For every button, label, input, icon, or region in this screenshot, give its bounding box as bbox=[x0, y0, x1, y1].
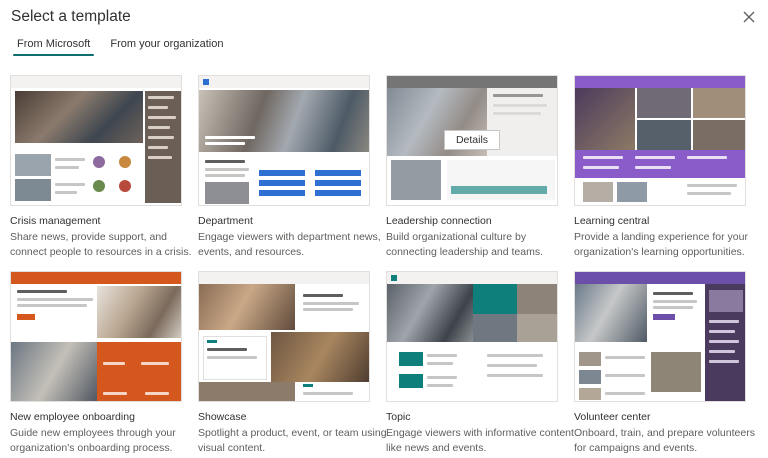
template-thumbnail bbox=[10, 271, 182, 402]
template-title: Topic bbox=[386, 411, 411, 423]
template-card-showcase[interactable]: Showcase Spotlight a product, event, or … bbox=[198, 271, 387, 456]
template-title: New employee onboarding bbox=[10, 411, 135, 423]
template-source-tabs: From Microsoft From your organization bbox=[11, 36, 229, 56]
tab-from-microsoft[interactable]: From Microsoft bbox=[11, 36, 96, 56]
template-title: Volunteer center bbox=[574, 411, 651, 423]
close-button[interactable] bbox=[742, 10, 756, 24]
template-description: Engage viewers with department news, eve… bbox=[198, 231, 381, 258]
template-title: Leadership connection bbox=[386, 215, 492, 227]
template-thumbnail bbox=[386, 271, 558, 402]
template-thumbnail bbox=[10, 75, 182, 206]
template-thumbnail: Details bbox=[386, 75, 558, 206]
template-description: Provide a landing experience for your or… bbox=[574, 231, 748, 258]
template-description: Build organizational culture by connecti… bbox=[386, 231, 544, 258]
template-title: Crisis management bbox=[10, 215, 101, 227]
template-card-volunteer-center[interactable]: Volunteer center Onboard, train, and pre… bbox=[574, 271, 755, 456]
template-card-crisis-management[interactable]: Crisis management Share news, provide su… bbox=[10, 75, 192, 260]
template-description: Onboard, train, and prepare volunteers f… bbox=[574, 427, 755, 454]
template-thumbnail bbox=[198, 75, 370, 206]
template-title: Showcase bbox=[198, 411, 247, 423]
template-thumbnail bbox=[574, 271, 746, 402]
template-card-department[interactable]: Department Engage viewers with departmen… bbox=[198, 75, 381, 260]
template-description: Spotlight a product, event, or team usin… bbox=[198, 427, 387, 454]
dialog-title: Select a template bbox=[11, 8, 131, 25]
template-description: Share news, provide support, and connect… bbox=[10, 231, 192, 258]
close-icon bbox=[743, 11, 755, 23]
template-card-new-employee-onboarding[interactable]: New employee onboarding Guide new employ… bbox=[10, 271, 182, 456]
template-title: Department bbox=[198, 215, 253, 227]
details-button[interactable]: Details bbox=[444, 130, 500, 150]
template-card-topic[interactable]: Topic Engage viewers with informative co… bbox=[386, 271, 574, 456]
template-thumbnail bbox=[574, 75, 746, 206]
template-card-leadership-connection[interactable]: Details Leadership connection Build orga… bbox=[386, 75, 558, 260]
template-description: Guide new employees through your organiz… bbox=[10, 427, 176, 454]
template-title: Learning central bbox=[574, 215, 650, 227]
template-description: Engage viewers with informative content … bbox=[386, 427, 574, 454]
template-card-learning-central[interactable]: Learning central Provide a landing exper… bbox=[574, 75, 748, 260]
tab-from-your-organization[interactable]: From your organization bbox=[104, 36, 229, 56]
template-thumbnail bbox=[198, 271, 370, 402]
